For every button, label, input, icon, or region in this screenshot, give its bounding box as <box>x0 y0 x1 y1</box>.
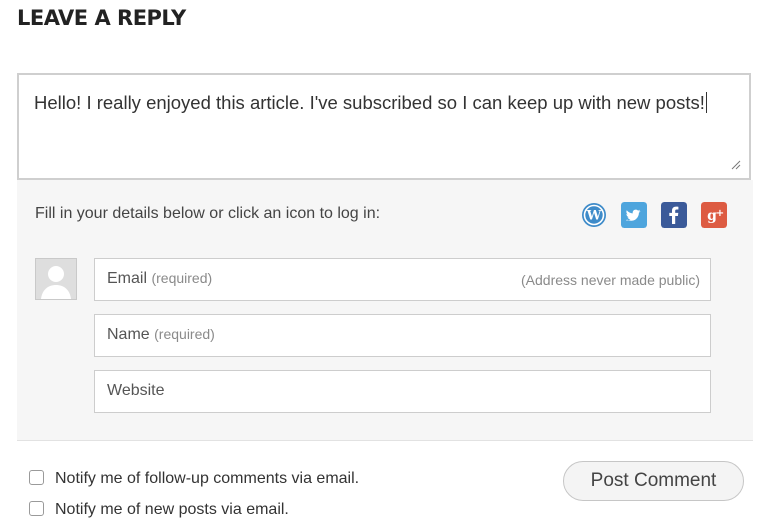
email-field[interactable]: Email (required) (Address never made pub… <box>94 258 711 301</box>
name-label: Name <box>107 326 150 343</box>
notify-posts-checkbox[interactable] <box>29 501 44 516</box>
resize-grip-icon[interactable] <box>731 160 741 170</box>
notify-comments-label: Notify me of follow-up comments via emai… <box>55 470 360 487</box>
notify-comments-option[interactable]: Notify me of follow-up comments via emai… <box>29 470 359 488</box>
comment-textarea[interactable]: Hello! I really enjoyed this article. I'… <box>17 73 751 180</box>
website-label: Website <box>107 382 165 399</box>
facebook-icon[interactable] <box>661 202 687 228</box>
details-panel: Fill in your details below or click an i… <box>17 180 753 441</box>
comment-text: Hello! I really enjoyed this article. I'… <box>34 92 707 113</box>
website-field[interactable]: Website <box>94 370 711 413</box>
name-required-note: (required) <box>154 326 215 342</box>
notify-posts-option[interactable]: Notify me of new posts via email. <box>29 501 289 519</box>
svg-text:+: + <box>716 208 724 219</box>
email-privacy-hint: (Address never made public) <box>521 272 700 288</box>
notify-comments-checkbox[interactable] <box>29 470 44 485</box>
email-label: Email <box>107 270 148 287</box>
wordpress-icon[interactable]: W <box>581 202 607 228</box>
section-heading: LEAVE A REPLY <box>17 6 186 30</box>
avatar <box>35 258 77 300</box>
post-comment-button[interactable]: Post Comment <box>563 461 744 501</box>
login-prompt: Fill in your details below or click an i… <box>35 205 381 222</box>
text-caret <box>705 92 707 113</box>
email-required-note: (required) <box>151 270 213 286</box>
twitter-icon[interactable] <box>621 202 647 228</box>
avatar-placeholder-icon <box>36 259 76 299</box>
name-field[interactable]: Name (required) <box>94 314 711 357</box>
google-plus-icon[interactable]: g + <box>701 202 727 228</box>
svg-text:W: W <box>586 209 602 224</box>
notify-posts-label: Notify me of new posts via email. <box>55 501 289 518</box>
